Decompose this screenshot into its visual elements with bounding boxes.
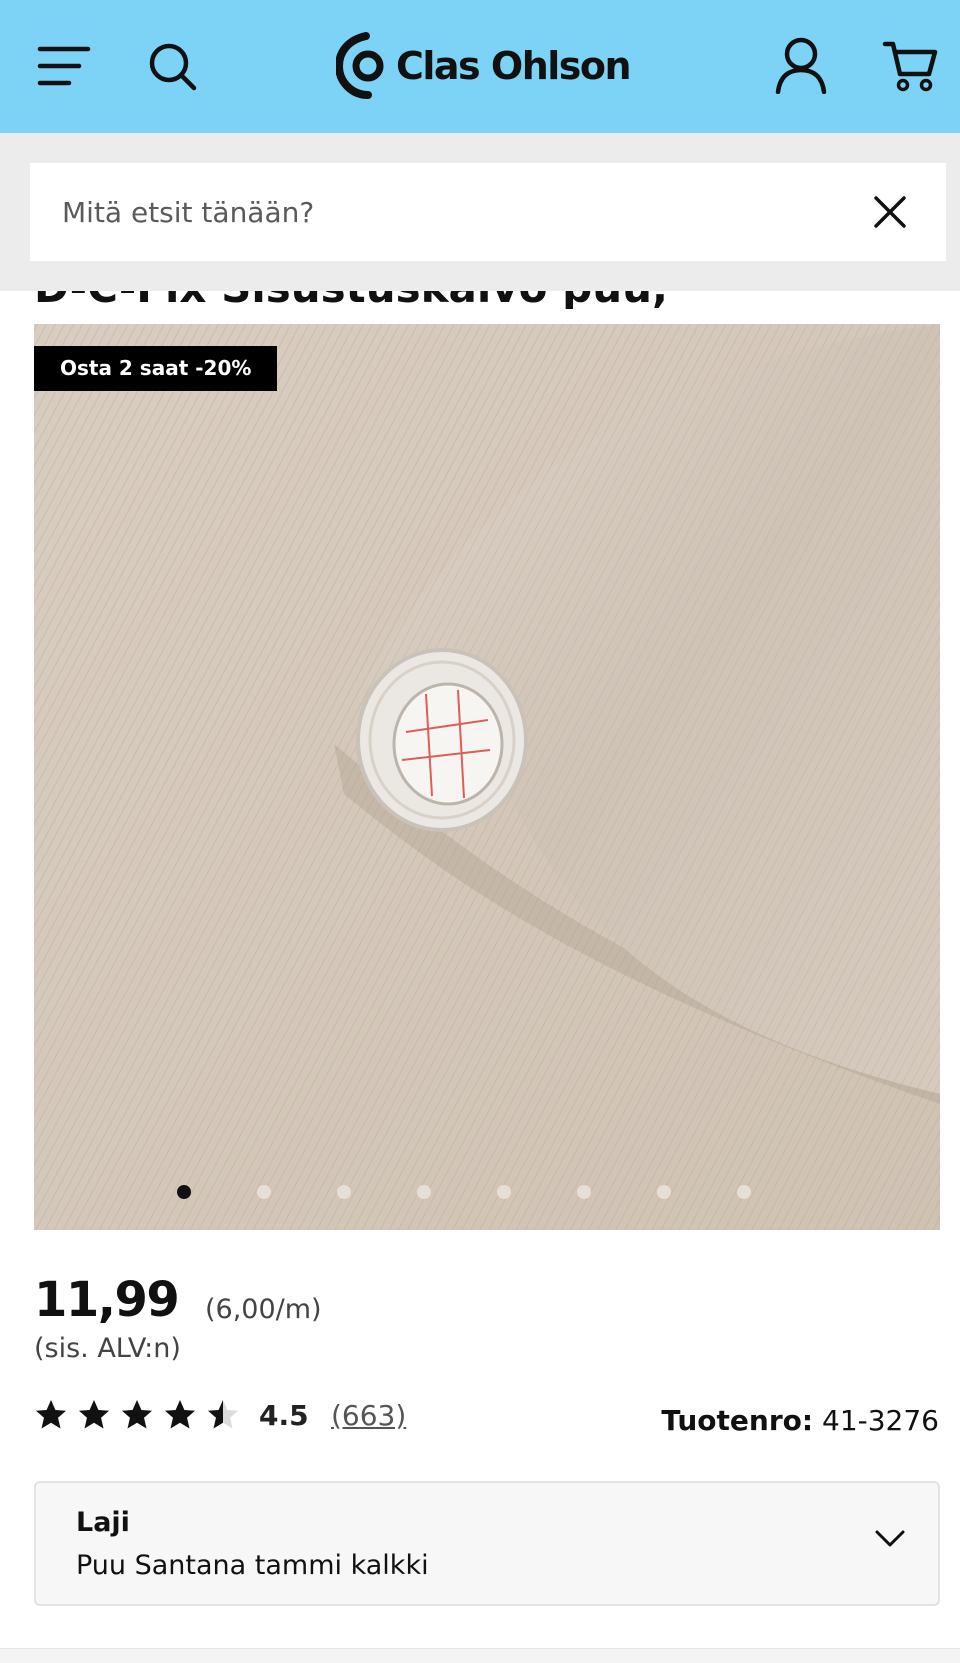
search-bar-area [0, 133, 960, 291]
star-full-icon [165, 1400, 195, 1429]
menu-icon[interactable] [36, 44, 92, 88]
variant-label: Laji [76, 1507, 130, 1538]
gallery-dot[interactable] [657, 1185, 671, 1199]
gallery-dot[interactable] [577, 1185, 591, 1199]
search-input[interactable] [62, 163, 842, 261]
gallery-dot[interactable] [257, 1185, 271, 1199]
promo-badge: Osta 2 saat -20% [34, 346, 278, 391]
product-title-clipped: D-C-Fix Sisustuskalvo puu, [0, 291, 960, 309]
product-price: 11,99 [34, 1272, 180, 1328]
star-full-icon [79, 1400, 109, 1429]
variant-selector[interactable]: Laji Puu Santana tammi kalkki [34, 1481, 940, 1606]
account-icon[interactable] [774, 36, 828, 94]
product-image-gallery[interactable]: Osta 2 saat -20% [34, 324, 940, 1230]
star-half-icon [208, 1400, 238, 1429]
gallery-dot[interactable] [177, 1185, 191, 1199]
rating-value: 4.5 [259, 1399, 309, 1432]
chevron-down-icon [875, 1530, 905, 1547]
variant-value: Puu Santana tammi kalkki [76, 1550, 429, 1581]
search-box [30, 163, 946, 261]
top-header: Clas Ohlson [0, 0, 960, 133]
review-count-link[interactable]: (663) [331, 1399, 406, 1432]
gallery-dot[interactable] [737, 1185, 751, 1199]
cart-icon[interactable] [882, 40, 938, 92]
product-number-label: Tuotenro: [661, 1404, 814, 1437]
product-number: Tuotenro: 41-3276 [661, 1404, 939, 1437]
vat-note: (sis. ALV:n) [34, 1333, 181, 1364]
rating-stars[interactable] [34, 1398, 244, 1434]
product-title: D-C-Fix Sisustuskalvo puu, [34, 291, 668, 309]
brand-name: Clas Ohlson [396, 44, 632, 88]
search-icon[interactable] [148, 42, 198, 92]
next-section-edge [0, 1648, 960, 1663]
gallery-dot[interactable] [497, 1185, 511, 1199]
gallery-dot[interactable] [337, 1185, 351, 1199]
star-full-icon [122, 1400, 152, 1429]
close-icon[interactable] [868, 190, 912, 234]
product-photo [34, 324, 940, 1230]
star-full-icon [36, 1400, 66, 1429]
product-number-value: 41-3276 [822, 1404, 939, 1437]
clas-ohlson-logo-icon [336, 32, 384, 99]
unit-price: (6,00/m) [205, 1294, 322, 1325]
gallery-dot[interactable] [417, 1185, 431, 1199]
brand-logo[interactable]: Clas Ohlson [336, 30, 632, 102]
